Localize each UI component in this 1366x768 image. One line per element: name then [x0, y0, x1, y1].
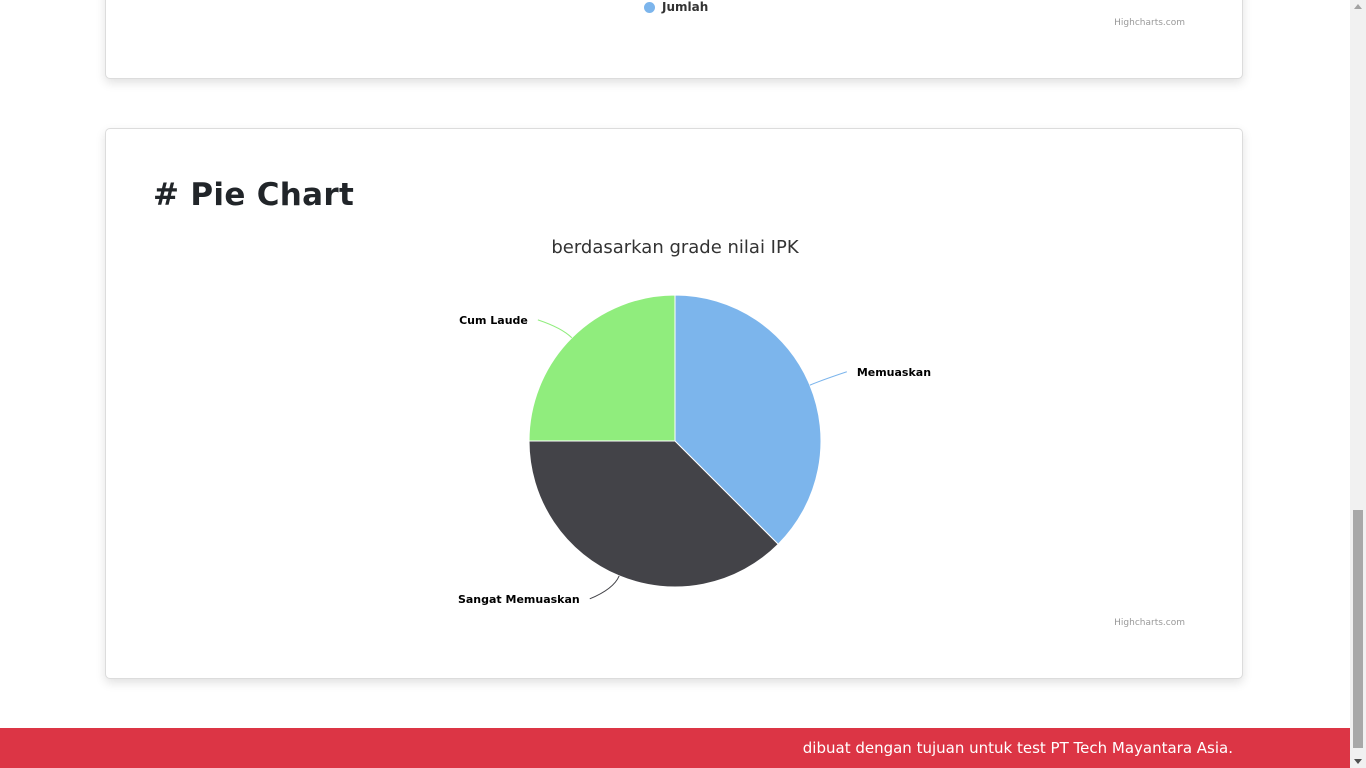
- chart-legend-item[interactable]: Jumlah: [644, 0, 708, 14]
- footer-text: dibuat dengan tujuan untuk test PT Tech …: [802, 739, 1233, 757]
- slice-data-label: Memuaskan: [857, 366, 931, 379]
- legend-label: Jumlah: [662, 0, 709, 14]
- page-footer: dibuat dengan tujuan untuk test PT Tech …: [0, 728, 1350, 768]
- pie-chart: Memuaskan Sangat Memuaskan Cum Laude: [458, 294, 931, 606]
- bar-chart-card: Jumlah Highcharts.com: [105, 0, 1243, 79]
- slice-data-label: Sangat Memuaskan: [458, 593, 580, 606]
- scroll-down-icon[interactable]: [1354, 759, 1362, 764]
- highcharts-credits-link[interactable]: Highcharts.com: [1114, 618, 1185, 628]
- scroll-up-icon[interactable]: [1354, 4, 1362, 9]
- scroll-thumb[interactable]: [1353, 510, 1363, 748]
- legend-marker-icon: [644, 1, 655, 13]
- pie-chart-card: # Pie Chart berdasarkan grade nilai IPK …: [105, 128, 1243, 679]
- data-label-connector: [589, 575, 620, 600]
- data-label-connector: [537, 319, 573, 339]
- pie-slice-cum-laude[interactable]: [528, 294, 676, 442]
- highcharts-credits-link[interactable]: Highcharts.com: [1114, 18, 1185, 28]
- slice-data-label: Cum Laude: [459, 314, 528, 327]
- vertical-scrollbar[interactable]: [1350, 0, 1366, 768]
- data-label-connector: [809, 371, 847, 386]
